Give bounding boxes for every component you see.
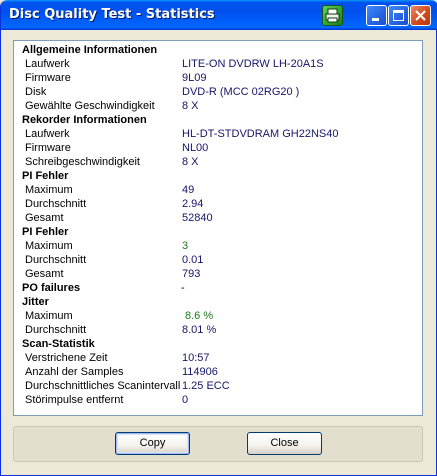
close-icon: [415, 10, 426, 21]
close-button[interactable]: Close: [247, 432, 322, 455]
window-title: Disc Quality Test - Statistics: [9, 7, 215, 22]
close-window-button[interactable]: [410, 5, 431, 26]
statistics-window: Disc Quality Test - Statistics Allgemein…: [0, 0, 437, 476]
button-panel: [13, 426, 423, 462]
print-button[interactable]: [322, 5, 343, 26]
maximize-icon: [393, 10, 404, 21]
printer-icon: [325, 8, 340, 23]
copy-button[interactable]: Copy: [115, 432, 190, 455]
minimize-button[interactable]: [366, 5, 387, 26]
maximize-button[interactable]: [388, 5, 409, 26]
statistics-panel: Allgemeine Informationen Laufwerk LITE-ON…: [13, 40, 423, 416]
title-bar[interactable]: Disc Quality Test - Statistics: [1, 0, 437, 30]
minimize-icon: [372, 18, 379, 21]
